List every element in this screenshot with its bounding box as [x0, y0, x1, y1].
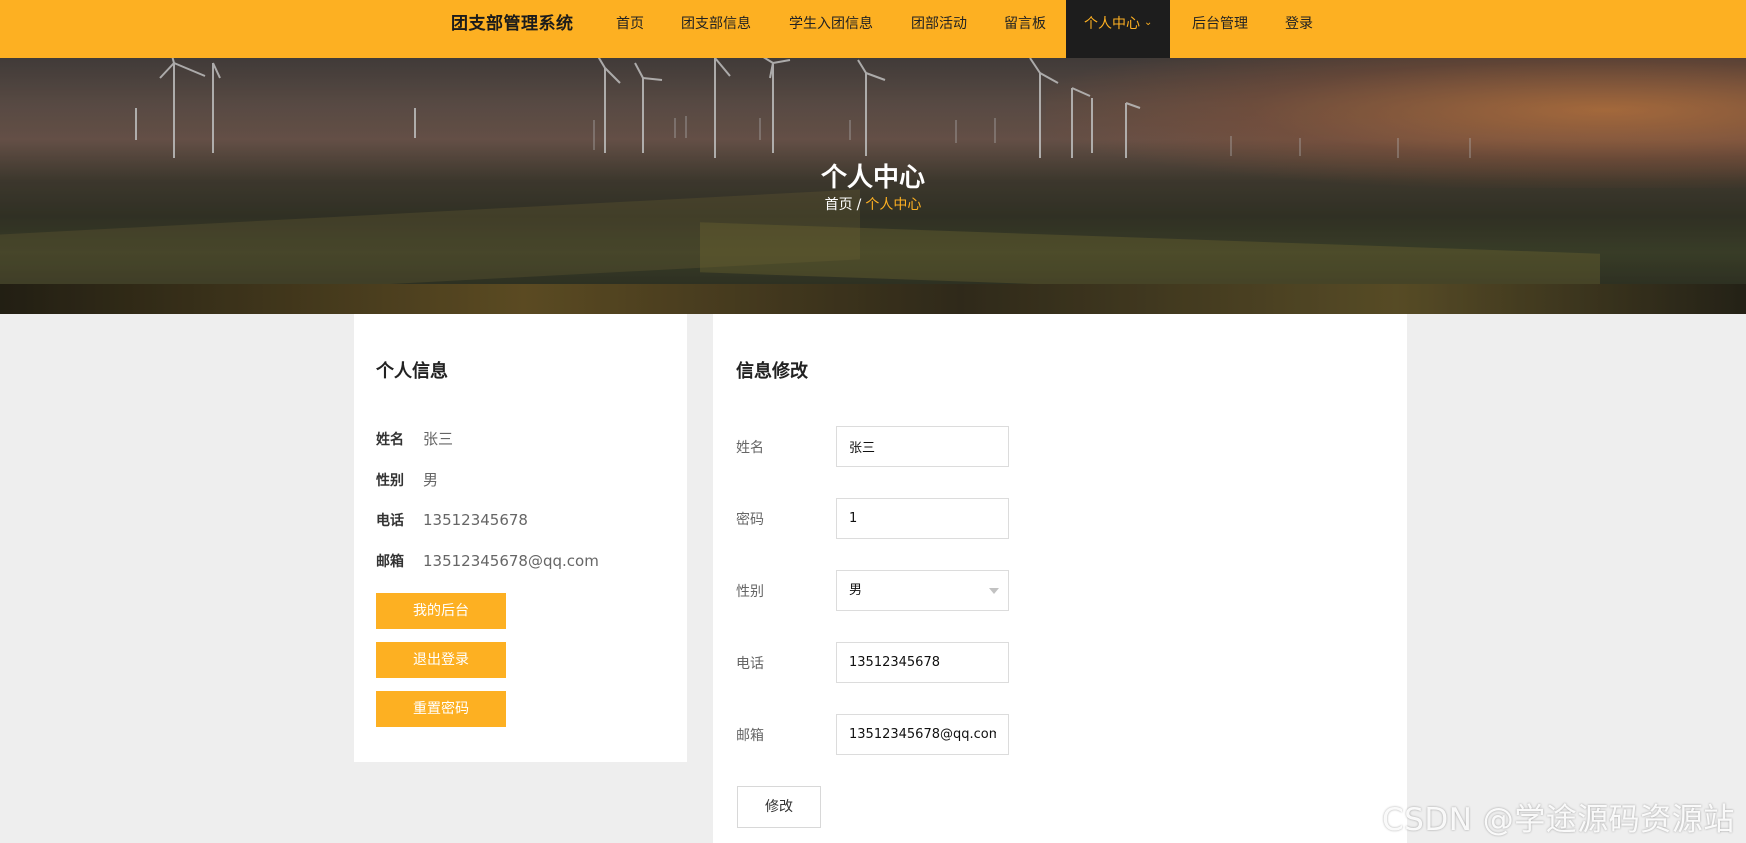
phone-field-label: 电话 — [736, 656, 764, 672]
reset-password-button[interactable]: 重置密码 — [376, 691, 506, 727]
caret-down-icon — [989, 588, 999, 594]
info-value: 张三 — [423, 430, 454, 448]
name-field-label: 姓名 — [736, 440, 764, 456]
breadcrumb-home-link[interactable]: 首页 — [825, 197, 853, 213]
chevron-down-icon: ⌄ — [1144, 17, 1153, 28]
info-row-gender: 性别 男 — [376, 469, 438, 490]
nav-item-home[interactable]: 首页 — [616, 0, 644, 58]
info-value: 13512345678 — [423, 511, 528, 529]
email-field-label: 邮箱 — [736, 728, 764, 744]
breadcrumb-current: 个人中心 — [865, 197, 922, 213]
csdn-watermark: CSDN @学途源码资源站 — [1382, 802, 1735, 838]
nav-item-personal-center-label: 个人中心 — [1084, 16, 1140, 32]
my-dashboard-button[interactable]: 我的后台 — [376, 593, 506, 629]
nav-item-message-board[interactable]: 留言板 — [1004, 0, 1046, 58]
info-label: 姓名 — [376, 432, 404, 448]
gender-select-value: 男 — [849, 583, 863, 598]
name-input[interactable] — [836, 426, 1009, 467]
info-value: 13512345678@qq.com — [423, 552, 599, 570]
phone-input[interactable] — [836, 642, 1009, 683]
nav-item-student-join-info[interactable]: 学生入团信息 — [789, 0, 873, 58]
nav-item-admin[interactable]: 后台管理 — [1192, 0, 1248, 58]
info-row-name: 姓名 张三 — [376, 428, 453, 449]
info-row-phone: 电话 13512345678 — [376, 510, 528, 530]
breadcrumb: 首页 / 个人中心 — [0, 194, 1746, 214]
top-navbar: 团支部管理系统 首页 团支部信息 学生入团信息 团部活动 留言板 个人中心 ⌄ 后… — [0, 0, 1746, 58]
gender-field-label: 性别 — [736, 584, 764, 600]
info-value: 男 — [423, 471, 439, 489]
edit-info-title: 信息修改 — [736, 361, 808, 382]
nav-item-branch-info[interactable]: 团支部信息 — [681, 0, 751, 58]
password-field-label: 密码 — [736, 512, 764, 528]
nav-item-personal-center[interactable]: 个人中心 ⌄ — [1066, 0, 1171, 58]
nav-item-login[interactable]: 登录 — [1285, 0, 1313, 58]
edit-info-card: 信息修改 姓名 密码 性别 男 电话 邮箱 修改 — [713, 314, 1407, 843]
logout-button[interactable]: 退出登录 — [376, 642, 506, 678]
breadcrumb-separator: / — [856, 197, 862, 213]
gender-select[interactable]: 男 — [836, 570, 1009, 611]
nav-item-activities[interactable]: 团部活动 — [911, 0, 967, 58]
password-input[interactable] — [836, 498, 1009, 539]
info-row-email: 邮箱 13512345678@qq.com — [376, 551, 599, 571]
info-label: 邮箱 — [376, 554, 404, 570]
info-label: 电话 — [376, 513, 404, 529]
personal-info-card: 个人信息 姓名 张三 性别 男 电话 13512345678 邮箱 1351234567… — [354, 314, 687, 762]
info-label: 性别 — [376, 473, 404, 489]
submit-edit-button[interactable]: 修改 — [737, 786, 821, 828]
personal-info-title: 个人信息 — [376, 361, 448, 382]
page-title: 个人中心 — [820, 163, 925, 193]
site-brand[interactable]: 团支部管理系统 — [451, 0, 574, 48]
email-input[interactable] — [836, 714, 1009, 755]
hero-banner: 个人中心 首页 / 个人中心 — [0, 58, 1746, 314]
